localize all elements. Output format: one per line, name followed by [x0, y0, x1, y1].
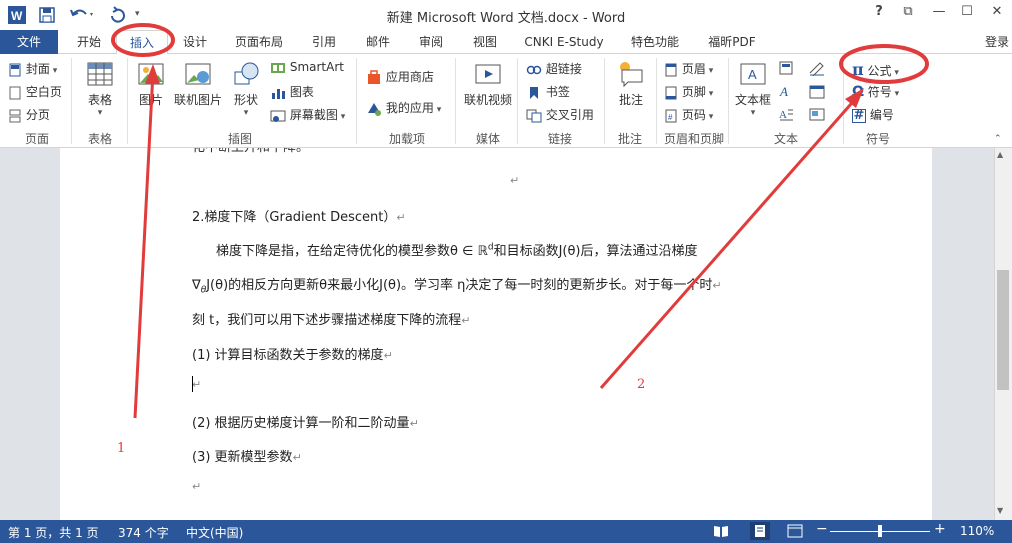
arrow-2-head	[845, 88, 864, 108]
page-count[interactable]: 第 1 页，共 1 页	[8, 524, 99, 541]
word-count[interactable]: 374 个字	[118, 524, 169, 541]
web-layout-icon[interactable]	[787, 524, 803, 541]
zoom-percent[interactable]: 110%	[960, 524, 994, 538]
arrow-1-line	[133, 71, 155, 419]
zoom-in-button[interactable]: +	[934, 521, 946, 537]
annotation-label-1: 1	[117, 441, 126, 456]
zoom-out-button[interactable]: −	[816, 521, 828, 537]
language-indicator[interactable]: 中文(中国)	[186, 524, 243, 541]
zoom-slider-thumb[interactable]	[878, 525, 882, 537]
equation-highlight-circle	[839, 44, 929, 84]
annotation-overlay	[111, 23, 929, 419]
print-layout-icon[interactable]	[750, 522, 770, 540]
insert-tab-highlight-circle	[111, 23, 175, 57]
read-mode-icon[interactable]	[713, 524, 729, 541]
arrow-1-head	[145, 64, 160, 84]
arrow-2-line	[599, 95, 860, 389]
annotation-label-2: 2	[637, 377, 646, 392]
